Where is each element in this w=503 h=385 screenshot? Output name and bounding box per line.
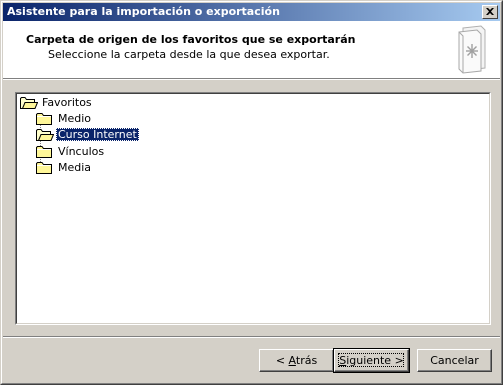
folder-icon — [36, 162, 52, 174]
title-bar[interactable]: Asistente para la importación o exportac… — [3, 3, 500, 21]
folder-open-icon — [20, 97, 38, 109]
favorites-export-icon — [458, 25, 486, 74]
cancel-button[interactable]: Cancelar — [417, 349, 492, 372]
wizard-window: Asistente para la importación o exportac… — [0, 0, 503, 385]
tree-item-label: Media — [58, 161, 92, 174]
header-panel: Carpeta de origen de los favoritos que s… — [3, 21, 500, 78]
header-subtitle: Seleccione la carpeta desde la que desea… — [48, 48, 330, 61]
tree-item-label: Medio — [58, 112, 92, 125]
folder-tree[interactable]: Favoritos Medio Curso Internet Vínculos — [15, 92, 491, 325]
folder-open-icon — [36, 129, 54, 141]
tree-item-label: Vínculos — [58, 145, 105, 158]
header-title: Carpeta de origen de los favoritos que s… — [26, 33, 356, 46]
close-button[interactable] — [482, 5, 498, 19]
footer-separator — [3, 336, 500, 338]
close-icon — [486, 8, 494, 15]
tree-item-label: Curso Internet — [56, 128, 139, 141]
tree-item-label: Favoritos — [42, 96, 92, 109]
back-button[interactable]: < Atrás — [259, 349, 334, 372]
folder-icon — [36, 146, 52, 158]
header-separator — [3, 78, 500, 80]
next-button[interactable]: Siguiente > — [333, 348, 410, 373]
window-title: Asistente para la importación o exportac… — [7, 5, 280, 18]
folder-icon — [36, 113, 52, 125]
